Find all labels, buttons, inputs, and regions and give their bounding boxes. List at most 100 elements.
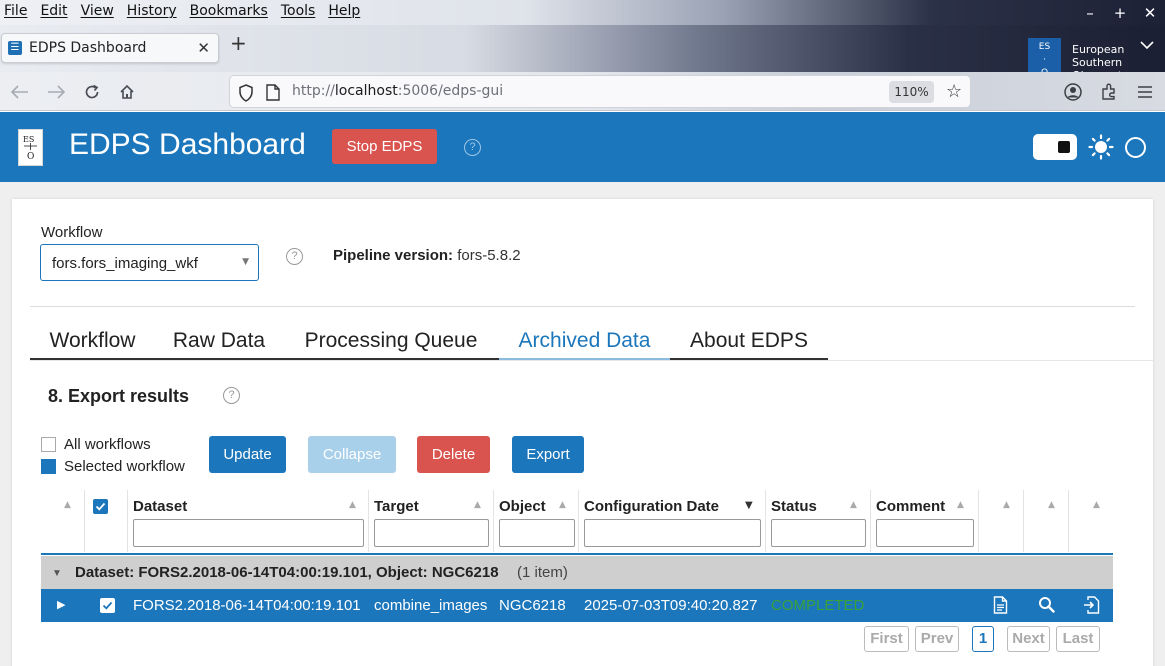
pagination-next[interactable]: Next xyxy=(1007,626,1050,652)
column-configuration-date[interactable]: Configuration Date ▼ xyxy=(579,490,766,552)
table-row[interactable]: ▶ FORS2.2018-06-14T04:00:19.101 combine_… xyxy=(41,589,1113,622)
menu-help[interactable]: Help xyxy=(328,3,360,19)
page-icon[interactable] xyxy=(266,84,280,105)
status-filter-input[interactable] xyxy=(771,519,866,547)
column-dataset[interactable]: Dataset ▲ xyxy=(128,490,369,552)
column-action-3: ▲ xyxy=(1069,490,1113,552)
menu-file[interactable]: File xyxy=(4,3,27,19)
tab-raw-data[interactable]: Raw Data xyxy=(155,323,283,360)
maximize-icon[interactable]: + xyxy=(1105,0,1135,25)
svg-text:O: O xyxy=(27,152,34,162)
menu-view[interactable]: View xyxy=(81,3,114,19)
browser-tab-active[interactable]: ☰ EDPS Dashboard ✕ xyxy=(1,33,219,63)
column-label: Dataset xyxy=(133,498,188,515)
close-window-icon[interactable]: ✕ xyxy=(1135,0,1165,25)
url-text[interactable]: http://localhost:5006/edps-gui xyxy=(292,83,503,99)
sort-icon[interactable]: ▲ xyxy=(1093,500,1100,510)
tab-close-icon[interactable]: ✕ xyxy=(197,39,210,57)
collapse-button[interactable]: Collapse xyxy=(308,436,396,473)
option-label: Selected workflow xyxy=(64,458,185,475)
sort-icon[interactable]: ▲ xyxy=(1003,500,1010,510)
sun-icon[interactable] xyxy=(1088,134,1114,164)
new-tab-icon[interactable]: + xyxy=(230,33,247,53)
menu-edit[interactable]: Edit xyxy=(40,3,67,19)
sort-icon[interactable]: ▲ xyxy=(474,500,481,510)
extensions-icon[interactable] xyxy=(1097,80,1121,104)
option-all-workflows[interactable]: All workflows xyxy=(41,436,151,453)
group-row[interactable]: ▼ Dataset: FORS2.2018-06-14T04:00:19.101… xyxy=(41,556,1113,589)
forward-icon[interactable] xyxy=(44,80,68,104)
list-tabs-chevron-icon[interactable] xyxy=(1140,38,1154,54)
account-icon[interactable] xyxy=(1061,80,1085,104)
sort-desc-icon[interactable]: ▼ xyxy=(745,500,753,511)
app-menu-icon[interactable] xyxy=(1133,80,1157,104)
export-file-icon[interactable] xyxy=(1083,596,1100,618)
minimize-icon[interactable]: – xyxy=(1075,0,1105,25)
caret-down-icon: ▼ xyxy=(242,257,249,267)
tab-processing-queue[interactable]: Processing Queue xyxy=(283,323,499,360)
table-header: ▲ Dataset ▲ Target ▲ Object ▲ Configurat… xyxy=(41,490,1113,554)
column-status[interactable]: Status ▲ xyxy=(766,490,871,552)
stop-edps-button[interactable]: Stop EDPS xyxy=(332,129,437,164)
workflow-help-icon[interactable]: ? xyxy=(286,248,303,265)
pagination-current-page[interactable]: 1 xyxy=(972,626,994,652)
shield-icon[interactable] xyxy=(238,84,254,106)
url-bar[interactable]: http://localhost:5006/edps-gui 110% ☆ xyxy=(229,75,971,108)
group-label: Dataset: FORS2.2018-06-14T04:00:19.101, … xyxy=(75,564,499,581)
export-button[interactable]: Export xyxy=(512,436,584,473)
sort-icon[interactable]: ▲ xyxy=(850,500,857,510)
group-count: (1 item) xyxy=(517,564,568,581)
zoom-level[interactable]: 110% xyxy=(889,81,934,103)
tab-archived-data[interactable]: Archived Data xyxy=(499,323,670,360)
select-all-checkbox[interactable] xyxy=(93,499,108,514)
config-date-filter-input[interactable] xyxy=(584,519,761,547)
search-icon[interactable] xyxy=(1038,596,1055,617)
column-comment[interactable]: Comment ▲ xyxy=(871,490,979,552)
option-label: All workflows xyxy=(64,436,151,453)
menu-bar: File Edit View History Bookmarks Tools H… xyxy=(0,0,1165,25)
column-action-1: ▲ xyxy=(979,490,1024,552)
pagination-last[interactable]: Last xyxy=(1056,626,1100,652)
reload-icon[interactable] xyxy=(80,80,104,104)
sort-icon[interactable]: ▲ xyxy=(64,500,71,510)
sort-icon[interactable]: ▲ xyxy=(957,500,964,510)
navigation-bar: http://localhost:5006/edps-gui 110% ☆ xyxy=(0,72,1165,111)
row-checkbox[interactable] xyxy=(100,598,115,613)
update-button[interactable]: Update xyxy=(209,436,286,473)
tab-about-edps[interactable]: About EDPS xyxy=(670,323,828,360)
column-object[interactable]: Object ▲ xyxy=(494,490,579,552)
document-icon[interactable] xyxy=(993,596,1008,618)
collapse-group-icon[interactable]: ▼ xyxy=(52,568,62,579)
object-filter-input[interactable] xyxy=(499,519,575,547)
column-target[interactable]: Target ▲ xyxy=(369,490,494,552)
section-help-icon[interactable]: ? xyxy=(223,387,240,404)
delete-button[interactable]: Delete xyxy=(417,436,490,473)
workflow-select[interactable]: fors.fors_imaging_wkf ▼ xyxy=(40,244,259,281)
sort-icon[interactable]: ▲ xyxy=(1048,500,1055,510)
column-label: Target xyxy=(374,498,419,515)
option-selected-workflow[interactable]: Selected workflow xyxy=(41,458,185,475)
workflow-select-value: fors.fors_imaging_wkf xyxy=(52,255,198,272)
cell-dataset: FORS2.2018-06-14T04:00:19.101 xyxy=(133,597,361,614)
pagination-first[interactable]: First xyxy=(864,626,909,652)
comment-filter-input[interactable] xyxy=(876,519,974,547)
menu-bookmarks[interactable]: Bookmarks xyxy=(190,3,268,19)
menu-tools[interactable]: Tools xyxy=(281,3,316,19)
expand-row-icon[interactable]: ▶ xyxy=(57,598,65,611)
sort-icon[interactable]: ▲ xyxy=(349,500,356,510)
dataset-filter-input[interactable] xyxy=(133,519,364,547)
window-controls: – + ✕ xyxy=(1075,0,1165,25)
header-help-icon[interactable]: ? xyxy=(464,139,481,156)
menu-history[interactable]: History xyxy=(127,3,177,19)
back-icon[interactable] xyxy=(8,80,32,104)
sort-icon[interactable]: ▲ xyxy=(559,500,566,510)
contrast-circle-icon[interactable] xyxy=(1125,137,1146,158)
home-icon[interactable] xyxy=(115,80,139,104)
bookmark-star-icon[interactable]: ☆ xyxy=(946,81,962,102)
tab-workflow[interactable]: Workflow xyxy=(30,323,155,360)
pagination-prev[interactable]: Prev xyxy=(915,626,959,652)
checkbox[interactable] xyxy=(41,459,56,474)
target-filter-input[interactable] xyxy=(374,519,489,547)
checkbox[interactable] xyxy=(41,437,56,452)
theme-toggle-switch[interactable] xyxy=(1033,134,1077,160)
